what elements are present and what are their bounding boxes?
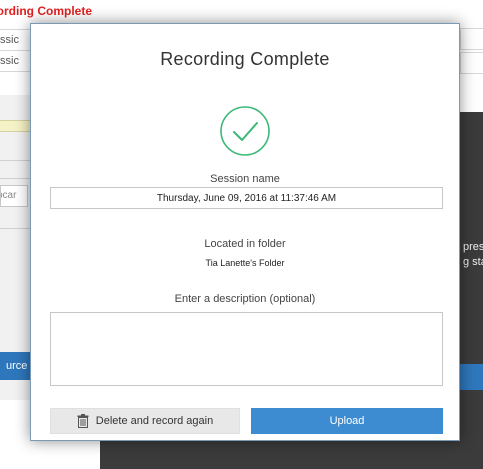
background-panel <box>0 95 30 445</box>
description-textarea[interactable] <box>50 312 443 386</box>
folder-name: Tia Lanette's Folder <box>205 258 285 268</box>
background-divider <box>0 228 30 229</box>
delete-and-record-again-button[interactable]: Delete and record again <box>50 408 240 434</box>
background-button <box>460 364 483 390</box>
trash-icon <box>77 414 89 428</box>
upload-button-label: Upload <box>329 415 365 427</box>
background-video-text: pres g sta <box>463 240 483 270</box>
background-session-row: ssic <box>0 51 30 72</box>
background-input: bcar <box>0 185 28 207</box>
session-name-label: Session name <box>210 173 280 185</box>
dialog-title: Recording Complete <box>160 49 330 69</box>
description-label: Enter a description (optional) <box>174 293 316 305</box>
background-video-text-line: pres <box>463 241 483 253</box>
background-video-text-line: g sta <box>463 256 483 268</box>
background-highlight-bar <box>0 120 30 132</box>
checkmark-circle-icon <box>220 106 270 156</box>
background-button: urce <box>0 352 30 380</box>
background-session-row: ssic <box>0 29 30 51</box>
session-name-input[interactable] <box>50 187 443 209</box>
upload-button[interactable]: Upload <box>251 408 443 434</box>
folder-label: Located in folder <box>204 238 286 250</box>
recording-complete-dialog: Recording Complete Session name Located … <box>30 23 460 441</box>
background-divider <box>0 160 30 161</box>
background-title: cording Complete <box>0 4 93 18</box>
delete-button-label: Delete and record again <box>95 415 214 427</box>
background-field <box>460 28 483 50</box>
background-field <box>460 52 483 74</box>
background-divider <box>0 178 30 179</box>
